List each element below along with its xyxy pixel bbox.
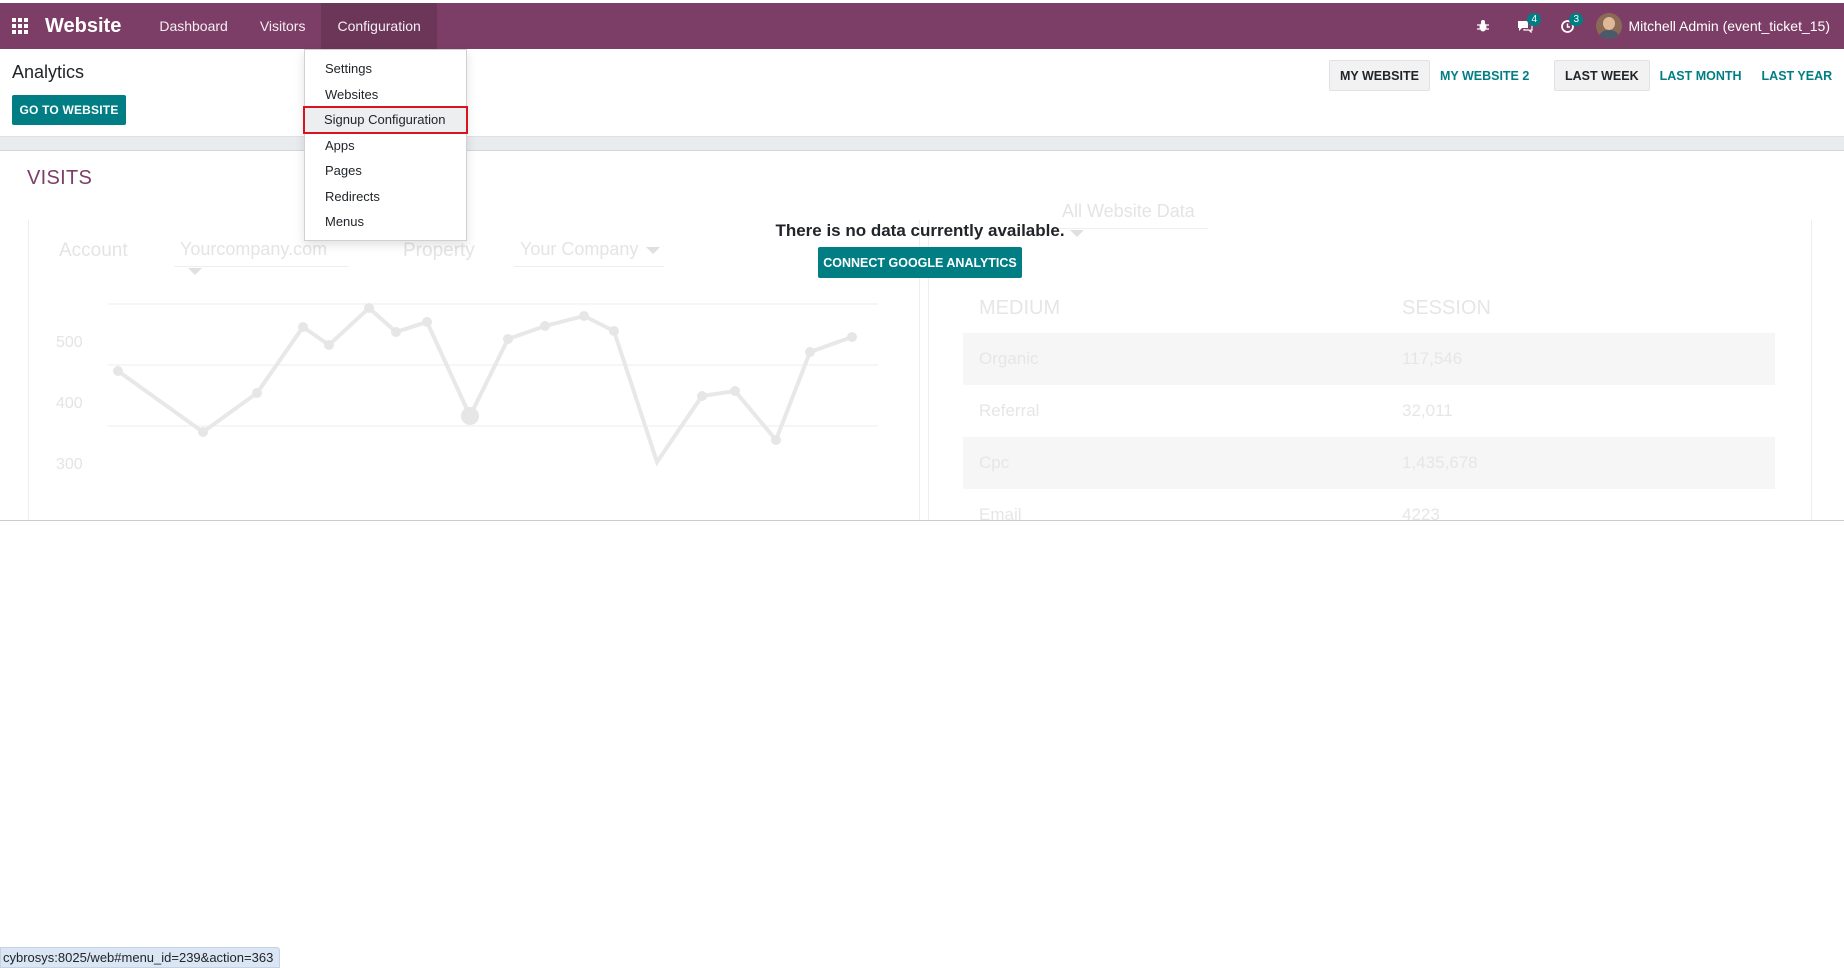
menu-item-signup-configuration[interactable]: Signup Configuration <box>303 106 468 134</box>
messages-badge: 4 <box>1527 13 1542 26</box>
table-row: Referral 32,011 <box>963 385 1775 437</box>
col-header-medium: MEDIUM <box>979 297 1061 319</box>
property-select: Your Company <box>514 239 664 267</box>
analytics-content: VISITS Account Yourcompany.com Property … <box>0 152 1844 521</box>
account-value: Yourcompany.com <box>180 239 328 259</box>
row-session: 1,435,678 <box>1402 453 1478 472</box>
chevron-down-icon <box>646 246 661 254</box>
nav-dashboard[interactable]: Dashboard <box>143 3 244 49</box>
table-row: Email 4223 <box>963 489 1775 521</box>
divider-strip <box>0 137 1844 151</box>
row-session: 117,546 <box>1402 349 1463 368</box>
data-filter-value: All Website Data <box>1062 201 1195 221</box>
account-select: Yourcompany.com <box>174 239 349 275</box>
top-navbar: Website Dashboard Visitors Configuration… <box>0 3 1844 49</box>
user-name: Mitchell Admin (event_ticket_15) <box>1628 18 1830 34</box>
col-header-session: SESSION <box>1402 297 1491 319</box>
menu-item-pages[interactable]: Pages <box>305 158 466 184</box>
nav-configuration[interactable]: Configuration <box>321 3 437 49</box>
activities-clock-icon[interactable]: 3 <box>1546 3 1588 49</box>
activities-badge: 3 <box>1569 13 1584 26</box>
menu-item-settings[interactable]: Settings <box>305 56 466 82</box>
visits-section-title: VISITS <box>27 167 93 189</box>
control-panel: Analytics GO TO WEBSITE MY WEBSITE MY WE… <box>0 49 1844 137</box>
messages-chat-icon[interactable]: 4 <box>1504 3 1546 49</box>
my-website-button[interactable]: MY WEBSITE <box>1329 60 1430 91</box>
property-value: Your Company <box>520 239 639 259</box>
last-year-button[interactable]: LAST YEAR <box>1752 60 1843 91</box>
user-menu[interactable]: Mitchell Admin (event_ticket_15) <box>1588 13 1844 39</box>
placeholder-line-chart <box>108 303 878 467</box>
user-avatar <box>1596 13 1623 39</box>
chevron-down-icon <box>188 267 202 275</box>
app-brand[interactable]: Website <box>45 15 121 38</box>
last-week-button[interactable]: LAST WEEK <box>1554 60 1650 91</box>
link-status-bar: cybrosys:8025/web#menu_id=239&action=363 <box>0 947 281 968</box>
row-medium: Referral <box>979 401 1040 420</box>
nav-visitors[interactable]: Visitors <box>244 3 322 49</box>
account-label: Account <box>59 240 128 261</box>
row-medium: Cpc <box>979 453 1010 472</box>
no-data-message: There is no data currently available. <box>775 221 1065 240</box>
configuration-dropdown: Settings Websites Signup Configuration A… <box>303 49 468 241</box>
row-session: 4223 <box>1402 505 1440 521</box>
property-label: Property <box>403 240 475 261</box>
table-row: Organic 117,546 <box>963 333 1775 385</box>
apps-menu-icon[interactable] <box>0 3 40 49</box>
menu-item-websites[interactable]: Websites <box>305 82 466 108</box>
row-medium: Email <box>979 505 1022 521</box>
page-title: Analytics <box>12 62 85 82</box>
menu-item-redirects[interactable]: Redirects <box>305 184 466 210</box>
period-filter-group: LAST WEEK LAST MONTH LAST YEAR <box>1554 60 1842 91</box>
table-row: Cpc 1,435,678 <box>963 437 1775 489</box>
row-session: 32,011 <box>1402 401 1453 420</box>
website-filter-group: MY WEBSITE MY WEBSITE 2 <box>1329 60 1539 91</box>
row-medium: Organic <box>979 349 1039 368</box>
menu-item-apps[interactable]: Apps <box>305 133 466 159</box>
menu-item-menus[interactable]: Menus <box>305 209 466 235</box>
my-website-2-button[interactable]: MY WEBSITE 2 <box>1430 60 1539 91</box>
debug-bug-icon[interactable] <box>1462 3 1504 49</box>
connect-google-analytics-button[interactable]: CONNECT GOOGLE ANALYTICS <box>818 247 1022 278</box>
last-month-button[interactable]: LAST MONTH <box>1650 60 1752 91</box>
go-to-website-button[interactable]: GO TO WEBSITE <box>12 95 126 125</box>
